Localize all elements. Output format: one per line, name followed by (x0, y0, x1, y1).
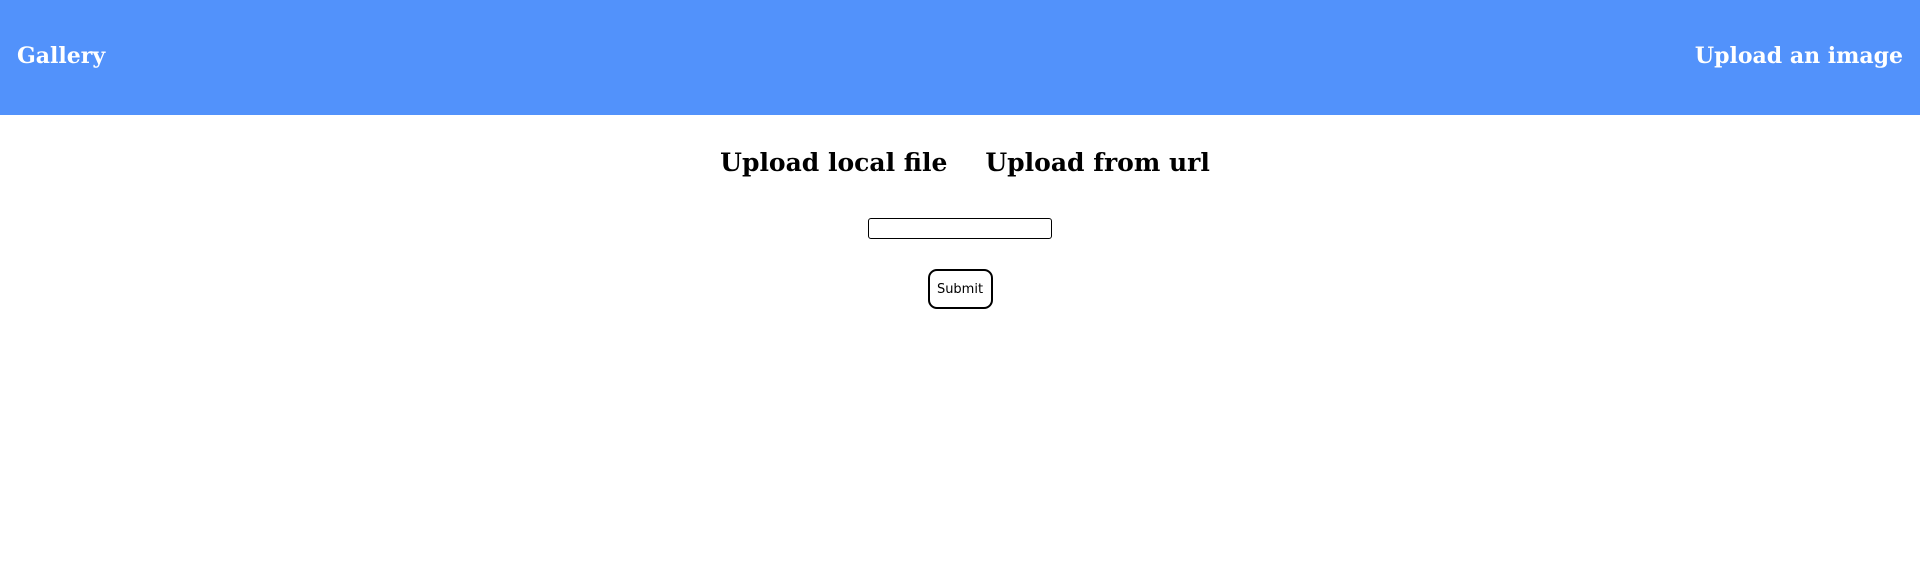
submit-button[interactable]: Submit (927, 269, 993, 309)
tab-upload-from-url[interactable]: Upload from url (985, 150, 1209, 175)
gallery-link[interactable]: Gallery (17, 43, 105, 69)
url-input[interactable] (868, 218, 1052, 239)
tab-upload-local-file[interactable]: Upload local file (720, 150, 947, 175)
upload-method-tabs: Upload local file Upload from url (701, 150, 1229, 175)
upload-url-form: Submit (868, 218, 1052, 309)
upload-image-link[interactable]: Upload an image (1695, 43, 1903, 69)
top-navigation-bar: Gallery Upload an image (0, 0, 1920, 115)
upload-page: Upload local file Upload from url Submit (0, 115, 1920, 309)
